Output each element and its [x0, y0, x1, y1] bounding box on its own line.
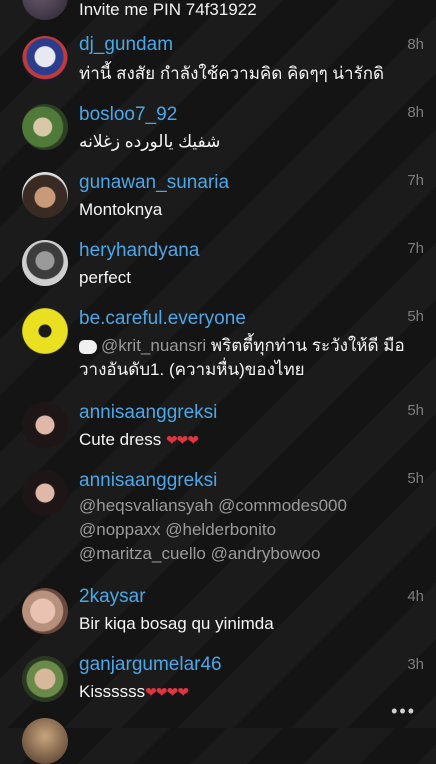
comment-text: perfect	[79, 268, 131, 287]
more-options-button[interactable]: •••	[391, 701, 416, 722]
heart-emoji-icon: ❤❤❤❤	[145, 684, 189, 700]
avatar[interactable]	[22, 470, 68, 516]
comment-time: 5h	[407, 470, 424, 487]
comment-text: @krit_nuansri พริตตี้ทุกท่าน ระวังให้ดี …	[79, 334, 419, 382]
mention-line[interactable]: @maritza_cuello @andrybowoo	[79, 544, 320, 563]
mention-line[interactable]: @heqsvaliansyah @commodes000	[79, 496, 347, 515]
comment-username[interactable]: heryhandyana	[79, 240, 199, 262]
comment-time: 3h	[407, 656, 424, 673]
comment-time: 5h	[407, 308, 424, 325]
comment-time: 5h	[407, 402, 424, 419]
avatar[interactable]	[22, 104, 68, 150]
comment-username[interactable]: dj_gundam	[79, 34, 173, 56]
comment-text-line: พริตตี้ทุกท่าน ระวังให้ดี มือ	[206, 336, 405, 355]
avatar[interactable]	[22, 36, 68, 82]
comment-username[interactable]: bosloo7_92	[79, 104, 177, 126]
avatar[interactable]	[22, 172, 68, 218]
comment-username[interactable]: annisaanggreksi	[79, 470, 217, 492]
comment-username[interactable]: ganjargumelar46	[79, 654, 222, 676]
comment-time: 8h	[407, 104, 424, 121]
pointing-hand-icon	[79, 339, 97, 354]
comment-text-line: วางอันดับ1. (ความหื่น)ของไทย	[79, 360, 305, 379]
comment-text: Bir kiqa bosag qu yinimda	[79, 614, 274, 633]
comment-time: 7h	[407, 240, 424, 257]
comment-username[interactable]: 2kaysar	[79, 586, 146, 608]
avatar[interactable]	[22, 656, 68, 702]
comment-time: 4h	[407, 588, 424, 605]
comment-text-line: Cute dress	[79, 430, 162, 449]
comment-time: 7h	[407, 172, 424, 189]
comment-time: 8h	[407, 36, 424, 53]
comment-text: ท่านี้ สงสัย กำลังใช้ความคิด คิดๆๆ น่ารั…	[79, 64, 385, 83]
comment-username[interactable]: be.careful.everyone	[79, 308, 246, 330]
heart-emoji-icon: ❤❤❤	[165, 432, 199, 448]
comment-username[interactable]: annisaanggreksi	[79, 402, 217, 424]
comment-text: Kissssss❤❤❤❤	[79, 680, 409, 704]
mention-line[interactable]: @noppaxx @helderbonito	[79, 520, 276, 539]
comment-mentions: @heqsvaliansyah @commodes000 @noppaxx @h…	[79, 494, 409, 566]
avatar[interactable]	[22, 402, 68, 448]
avatar[interactable]	[22, 588, 68, 634]
comment-username[interactable]: gunawan_sunaria	[79, 172, 229, 194]
mention-link[interactable]: @krit_nuansri	[101, 336, 206, 355]
comment-text: شفيك يالورده زغلانه	[79, 132, 221, 151]
avatar[interactable]	[22, 240, 68, 286]
comment-text-line: Kissssss	[79, 682, 146, 701]
avatar[interactable]	[22, 718, 68, 764]
comment-text: Invite me PIN 74f31922	[79, 0, 257, 19]
comment-text: Montoknya	[79, 200, 163, 219]
avatar[interactable]	[22, 308, 68, 354]
avatar[interactable]	[22, 0, 68, 20]
comment-item-partial: Invite me PIN 74f31922	[0, 0, 436, 20]
comment-text: Cute dress ❤❤❤	[79, 428, 409, 452]
